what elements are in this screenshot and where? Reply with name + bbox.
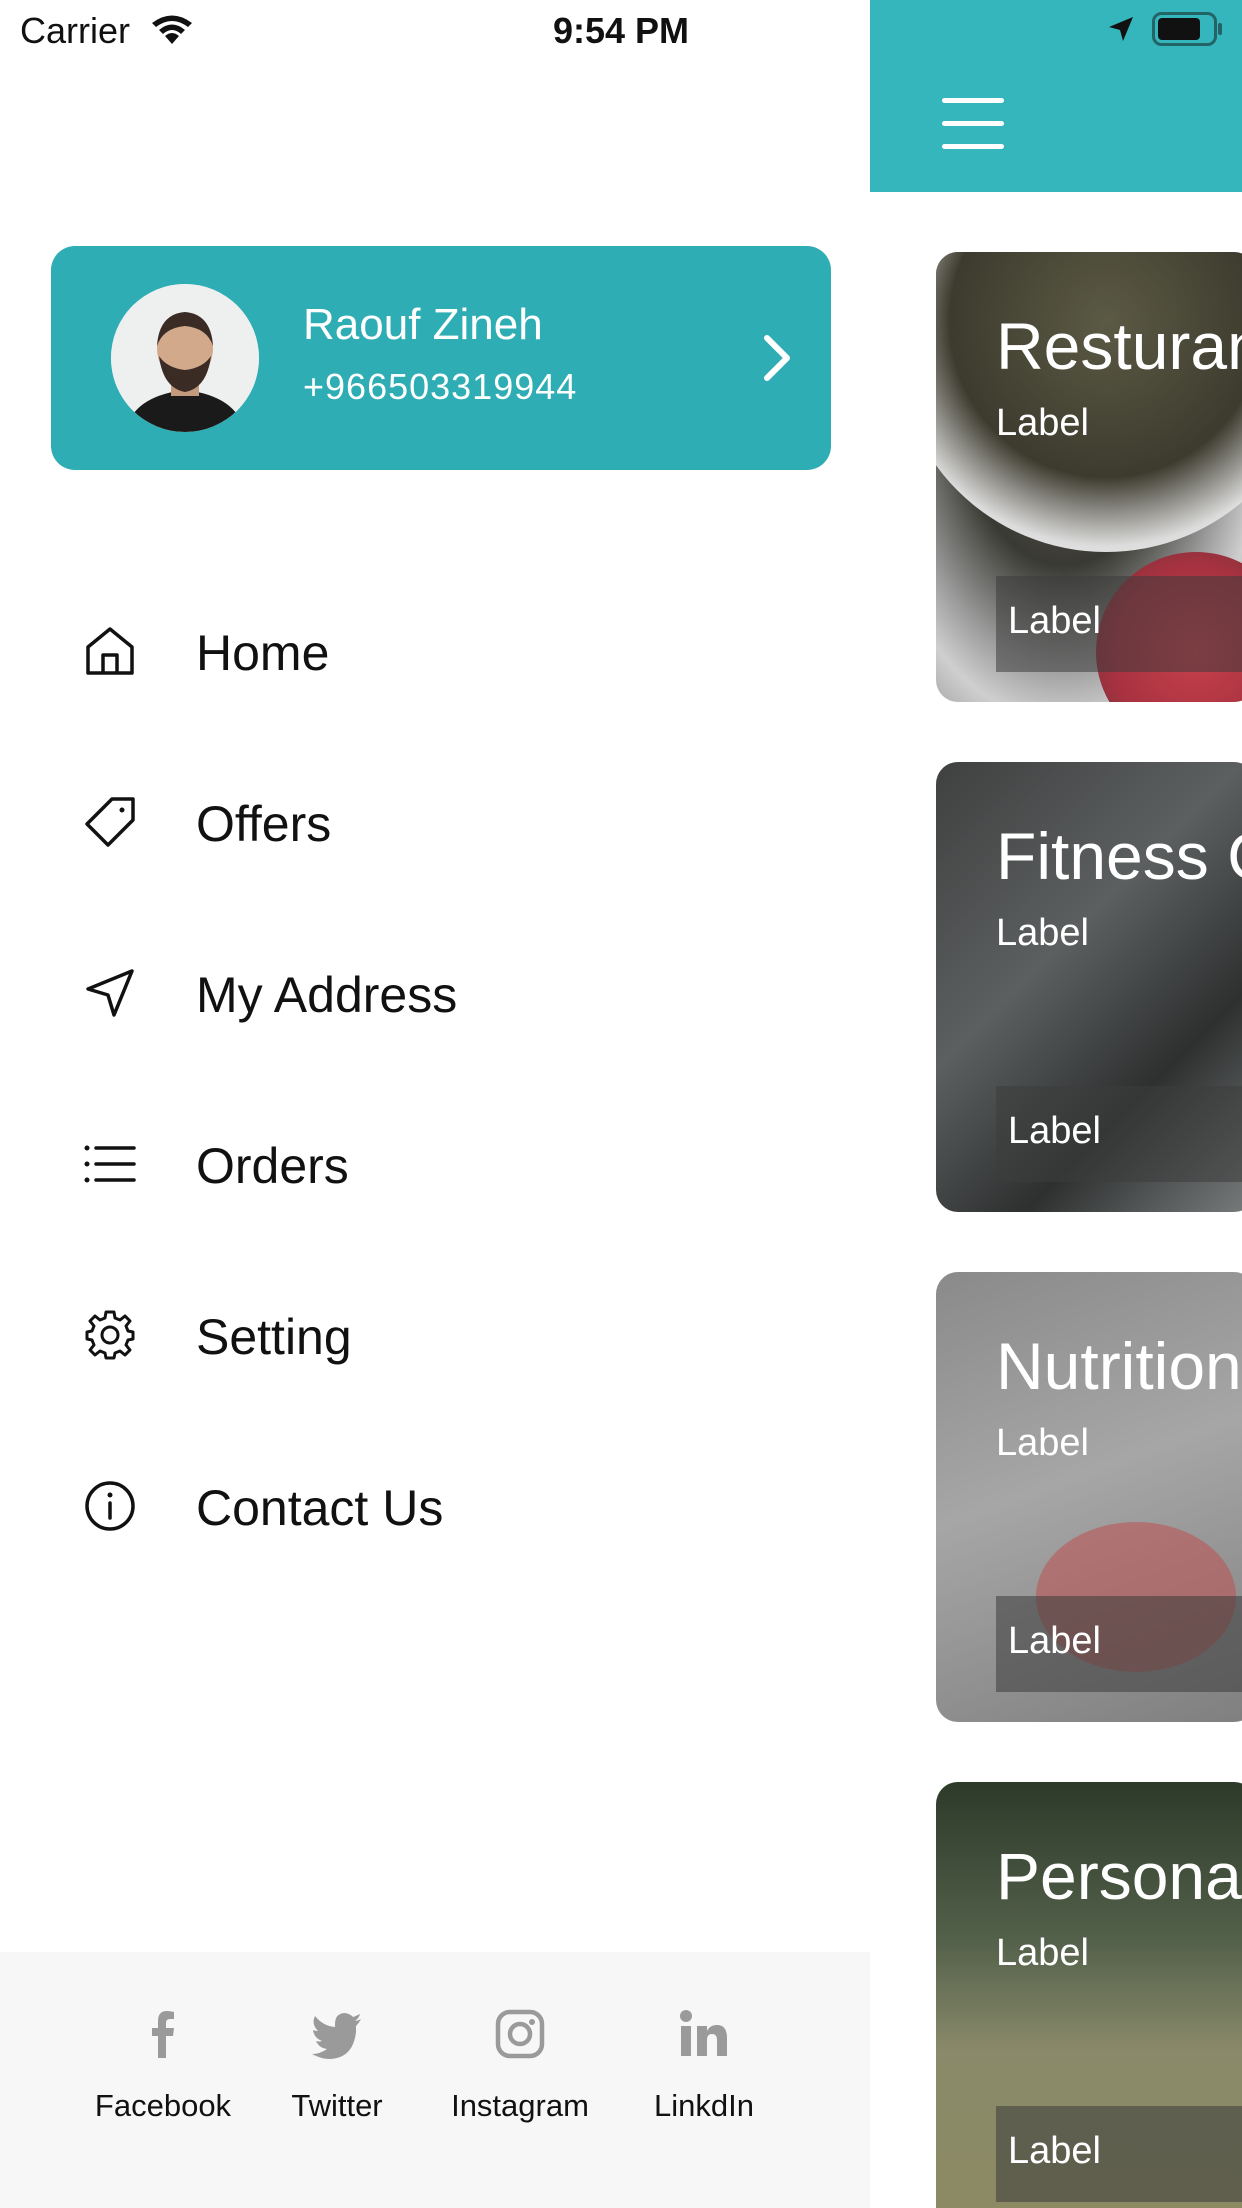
home-icon bbox=[86, 627, 134, 675]
battery-icon bbox=[1152, 12, 1222, 46]
social-instagram[interactable]: Instagram bbox=[442, 2006, 598, 2166]
list-icon bbox=[84, 1145, 136, 1183]
card-tag-label: Label bbox=[1008, 2130, 1101, 2172]
status-bar: Carrier 9:54 PM bbox=[0, 0, 1242, 62]
avatar-photo bbox=[111, 284, 259, 432]
category-card-nutrition[interactable]: Nutrition Label Label bbox=[936, 1272, 1242, 1722]
menu-item-contact-us[interactable]: Contact Us bbox=[82, 1451, 822, 1561]
category-card-restaurant[interactable]: Resturan Label Label bbox=[936, 252, 1242, 702]
side-drawer: Raouf Zineh +966503319944 Home Offers My… bbox=[0, 0, 870, 2208]
social-linkedin[interactable]: LinkdIn bbox=[648, 2006, 760, 2166]
card-title: Nutrition bbox=[996, 1329, 1242, 1403]
profile-phone: +966503319944 bbox=[303, 366, 578, 407]
hamburger-menu-icon[interactable] bbox=[942, 98, 1004, 150]
card-tag: Label bbox=[996, 1596, 1242, 1692]
card-subtitle: Label bbox=[996, 402, 1089, 444]
menu-label: Setting bbox=[196, 1309, 352, 1365]
card-tag: Label bbox=[996, 2106, 1242, 2202]
avatar bbox=[111, 284, 259, 432]
main-content: Resturan Label Label Fitness C Label Lab… bbox=[870, 0, 1242, 2208]
card-tag-label: Label bbox=[1008, 1620, 1101, 1662]
card-title: Fitness C bbox=[996, 819, 1242, 893]
navigation-icon bbox=[86, 969, 134, 1017]
tag-icon bbox=[85, 797, 135, 847]
card-subtitle: Label bbox=[996, 1422, 1089, 1464]
app-screen: Carrier 9:54 PM Resturan Label Label Fit… bbox=[0, 0, 1242, 2208]
profile-card[interactable]: Raouf Zineh +966503319944 bbox=[51, 246, 831, 470]
profile-name: Raouf Zineh bbox=[303, 300, 543, 349]
card-title: Persona bbox=[996, 1839, 1242, 1913]
menu-label: My Address bbox=[196, 967, 458, 1023]
card-subtitle: Label bbox=[996, 912, 1089, 954]
instagram-icon bbox=[495, 2009, 545, 2059]
card-tag: Label bbox=[996, 576, 1242, 672]
menu-label: Offers bbox=[196, 796, 332, 852]
info-icon bbox=[85, 1481, 135, 1531]
clock-label: 9:54 PM bbox=[552, 10, 690, 51]
card-tag: Label bbox=[996, 1086, 1242, 1182]
menu-label: Contact Us bbox=[196, 1480, 444, 1536]
card-title: Resturan bbox=[996, 309, 1242, 383]
chevron-right-icon bbox=[764, 335, 790, 381]
social-label: Instagram bbox=[451, 2088, 589, 2123]
menu-item-offers[interactable]: Offers bbox=[82, 767, 822, 877]
menu-item-home[interactable]: Home bbox=[82, 596, 822, 706]
location-arrow-icon bbox=[1109, 17, 1133, 41]
category-card-personal[interactable]: Persona Label Label bbox=[936, 1782, 1242, 2208]
menu-label: Home bbox=[196, 625, 330, 681]
gear-icon bbox=[85, 1310, 135, 1360]
card-subtitle: Label bbox=[996, 1932, 1089, 1974]
social-footer: Facebook Twitter Instagram LinkdIn bbox=[0, 1952, 870, 2208]
facebook-icon bbox=[152, 2011, 174, 2058]
card-tag-label: Label bbox=[1008, 1110, 1101, 1152]
linkedin-icon bbox=[680, 2010, 727, 2056]
card-tag-label: Label bbox=[1008, 600, 1101, 642]
food-plate-image bbox=[936, 252, 1242, 552]
menu-item-my-address[interactable]: My Address bbox=[82, 938, 822, 1048]
menu-item-setting[interactable]: Setting bbox=[82, 1280, 822, 1390]
social-label: Facebook bbox=[94, 2088, 232, 2123]
social-facebook[interactable]: Facebook bbox=[92, 2006, 234, 2166]
social-twitter[interactable]: Twitter bbox=[282, 2006, 392, 2166]
twitter-icon bbox=[312, 2013, 361, 2059]
category-card-fitness[interactable]: Fitness C Label Label bbox=[936, 762, 1242, 1212]
social-label: Twitter bbox=[291, 2088, 383, 2123]
menu-label: Orders bbox=[196, 1138, 349, 1194]
menu-item-orders[interactable]: Orders bbox=[82, 1109, 822, 1219]
social-label: LinkdIn bbox=[654, 2088, 754, 2123]
status-right bbox=[1106, 12, 1224, 46]
